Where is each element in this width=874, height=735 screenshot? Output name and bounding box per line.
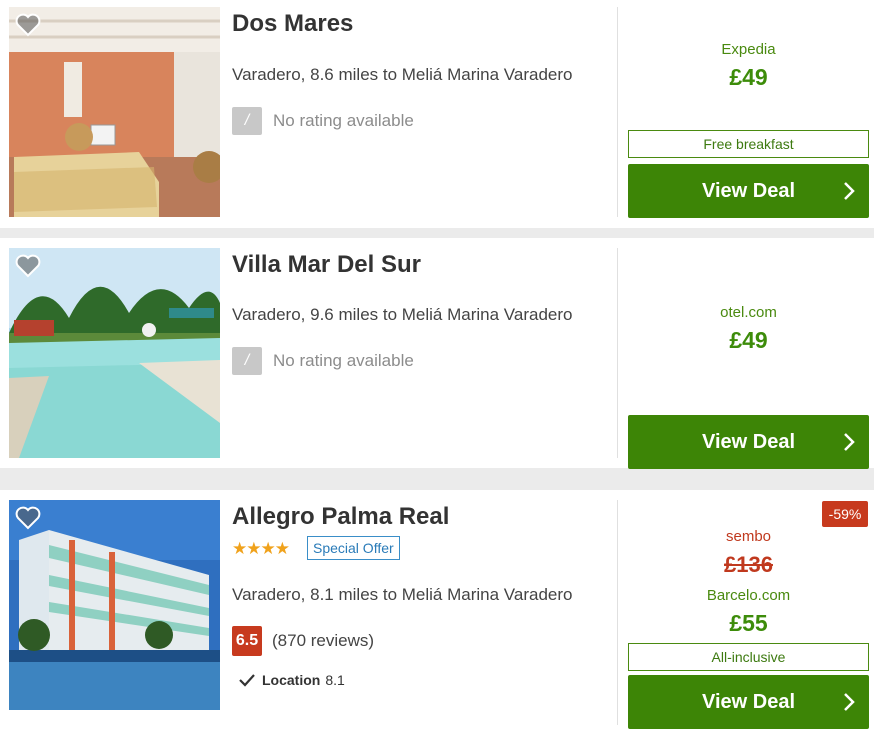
old-provider-name: sembo <box>725 528 772 545</box>
hotel-card: Dos Mares Varadero, 8.6 miles to Meliá M… <box>0 0 874 228</box>
view-deal-label: View Deal <box>701 179 796 202</box>
provider-name[interactable]: Expedia <box>628 41 869 58</box>
all-inclusive-tag: All-inclusive <box>628 643 869 671</box>
review-count[interactable]: (870 reviews) <box>272 631 374 651</box>
hotel-location: Varadero, 9.6 miles to Meliá Marina Vara… <box>232 305 573 324</box>
provider-name[interactable]: otel.com <box>628 304 869 321</box>
divider <box>617 248 618 458</box>
hotel-location: Varadero, 8.6 miles to Meliá Marina Vara… <box>232 65 573 84</box>
divider <box>617 500 618 725</box>
chevron-right-icon <box>844 433 855 451</box>
location-rating: Location 8.1 <box>239 672 345 688</box>
rating-row: / No rating available <box>232 346 414 376</box>
check-icon <box>239 674 255 687</box>
location-rating-value: 8.1 <box>325 672 345 688</box>
hotel-name[interactable]: Villa Mar Del Sur <box>232 251 421 279</box>
heart-icon[interactable] <box>15 13 41 37</box>
rating-row: / No rating available <box>232 106 414 136</box>
hotel-image[interactable] <box>9 500 220 710</box>
hotel-card: Allegro Palma Real ★★★★ Special Offer Va… <box>0 490 874 735</box>
hotel-image[interactable] <box>9 248 220 458</box>
rating-placeholder: / <box>232 347 262 375</box>
hotel-location: Varadero, 8.1 miles to Meliá Marina Vara… <box>232 585 573 604</box>
no-rating-text: No rating available <box>273 351 414 370</box>
location-rating-label: Location <box>262 672 321 688</box>
hotel-name[interactable]: Dos Mares <box>232 10 353 38</box>
free-breakfast-tag: Free breakfast <box>628 130 869 158</box>
view-deal-button[interactable]: View Deal <box>628 675 869 729</box>
view-deal-label: View Deal <box>701 690 796 713</box>
deal-price[interactable]: £55 <box>628 610 869 637</box>
deal-price[interactable]: £49 <box>628 327 869 354</box>
chevron-right-icon <box>844 182 855 200</box>
heart-icon[interactable] <box>15 506 41 530</box>
discount-badge: -59% <box>822 501 868 527</box>
rating-placeholder: / <box>232 107 262 135</box>
hotel-image[interactable] <box>9 7 220 217</box>
old-price: £136 <box>724 552 773 577</box>
view-deal-button[interactable]: View Deal <box>628 415 869 469</box>
hotel-name[interactable]: Allegro Palma Real <box>232 503 449 531</box>
view-deal-button[interactable]: View Deal <box>628 164 869 218</box>
star-rating: ★★★★ <box>232 539 290 558</box>
hotel-card: Villa Mar Del Sur Varadero, 9.6 miles to… <box>0 238 874 469</box>
deal-price[interactable]: £49 <box>628 64 869 91</box>
special-offer-badge[interactable]: Special Offer <box>307 536 400 560</box>
no-rating-text: No rating available <box>273 111 414 130</box>
chevron-right-icon <box>844 693 855 711</box>
review-score[interactable]: 6.5 <box>232 626 262 656</box>
view-deal-label: View Deal <box>701 430 796 453</box>
provider-name[interactable]: Barcelo.com <box>628 587 869 604</box>
divider <box>617 7 618 217</box>
heart-icon[interactable] <box>15 254 41 278</box>
